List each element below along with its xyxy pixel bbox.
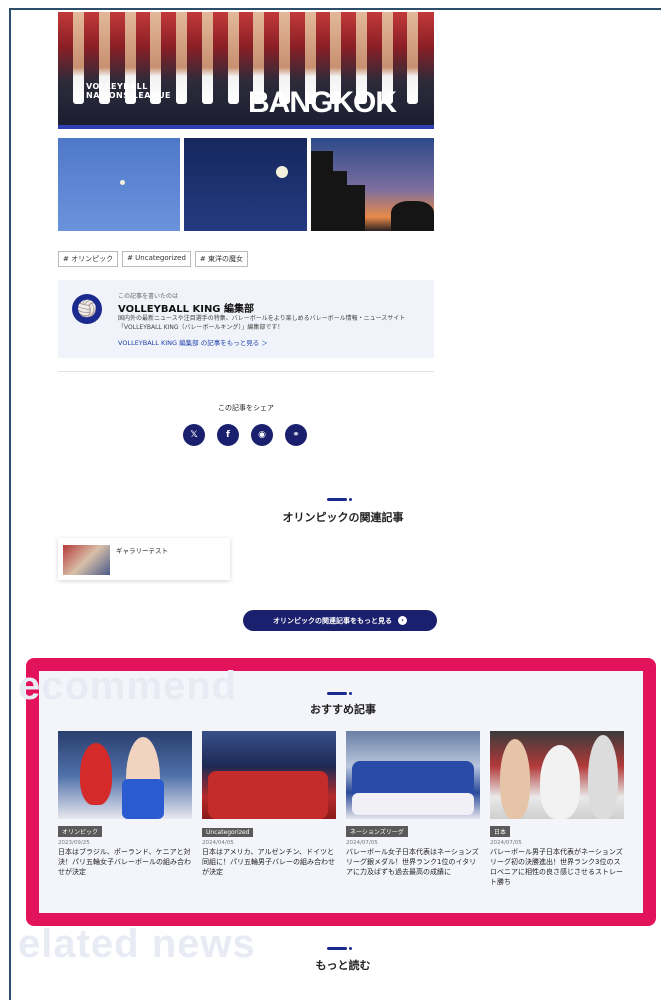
share-facebook-button[interactable]: f: [217, 424, 239, 446]
x-icon: 𝕏: [190, 430, 198, 440]
related-article-thumbnail: [63, 545, 110, 575]
recommend-card-date: 2024/07/05: [346, 840, 378, 846]
author-description: 国内外の最新ニュースや注目選手の特集、バレーボールをより楽しめるバレーボール情報…: [118, 315, 406, 331]
gallery-thumb-2[interactable]: [184, 138, 307, 231]
related-section-title: オリンピックの関連記事: [282, 511, 404, 524]
bangkok-sign-text: BANGKOK: [248, 86, 397, 119]
recommend-card-date: 2023/09/25: [58, 840, 90, 846]
related-more-label: オリンピックの関連記事をもっと見る: [273, 616, 392, 625]
recommend-card-category[interactable]: ネーションズリーグ: [346, 826, 408, 837]
tag-toyo-no-majo[interactable]: # 東洋の魔女: [194, 251, 249, 267]
share-x-button[interactable]: 𝕏: [183, 424, 205, 446]
recommend-card-title: 日本はブラジル、ポーランド、ケニアと対決！パリ五輪女子バレーボールの組み合わせが…: [58, 848, 191, 876]
recommend-card-4[interactable]: 日本 2024/07/05 バレーボール男子日本代表がネーションズリーグ初の決勝…: [490, 731, 624, 887]
more-section-title: もっと読む: [315, 959, 371, 972]
recommend-card-category[interactable]: 日本: [490, 826, 511, 837]
recommend-card-image: [58, 731, 192, 819]
section-accent: [327, 498, 353, 502]
divider: [58, 371, 434, 372]
share-buttons: 𝕏 f ◉ ⚭: [183, 424, 307, 446]
recommend-card-3[interactable]: ネーションズリーグ 2024/07/05 バレーボール女子日本代表はネーションズ…: [346, 731, 480, 877]
gallery-main-image[interactable]: VOLLEYBALL NATIONS LEAGUE BANGKOK: [58, 12, 434, 129]
recommend-card-title: バレーボール女子日本代表はネーションズリーグ銀メダル！世界ランク1位のイタリアに…: [346, 848, 479, 876]
gallery-thumb-3[interactable]: [311, 138, 434, 231]
author-box: 🏐 この記事を書いたのは VOLLEYBALL KING 編集部 国内外の最新ニ…: [58, 280, 434, 358]
recommend-card-category[interactable]: Uncategorized: [202, 828, 254, 837]
author-more-link[interactable]: VOLLEYBALL KING 編集部 の記事をもっと見る ＞: [118, 337, 268, 347]
recommend-card-date: 2024/07/05: [490, 840, 522, 846]
recommend-card-date: 2024/04/05: [202, 840, 234, 846]
facebook-icon: f: [226, 430, 230, 440]
author-name[interactable]: VOLLEYBALL KING 編集部: [118, 300, 254, 315]
recommend-card-2[interactable]: Uncategorized 2024/04/05 日本はアメリカ、アルゼンチン、…: [202, 731, 336, 877]
recommend-card-category[interactable]: オリンピック: [58, 826, 103, 837]
tag-uncategorized[interactable]: # Uncategorized: [122, 251, 191, 267]
recommend-card-image: [346, 731, 480, 819]
recommend-card-image: [490, 731, 624, 819]
share-line-button[interactable]: ◉: [251, 424, 273, 446]
share-link-button[interactable]: ⚭: [285, 424, 307, 446]
line-icon: ◉: [258, 430, 266, 440]
recommend-card-1[interactable]: オリンピック 2023/09/25 日本はブラジル、ポーランド、ケニアと対決！パ…: [58, 731, 192, 877]
gallery-thumb-1[interactable]: [58, 138, 180, 231]
recommend-card-title: 日本はアメリカ、アルゼンチン、ドイツと同組に！パリ五輪男子バレーの組み合わせが決…: [202, 848, 335, 876]
author-avatar[interactable]: 🏐: [72, 294, 102, 324]
related-article-title: ギャラリーテスト: [116, 547, 168, 555]
arrow-right-icon: ›: [398, 616, 407, 625]
tag-olympic[interactable]: # オリンピック: [58, 251, 119, 267]
section-accent: [327, 947, 353, 951]
section-accent: [327, 692, 353, 696]
link-icon: ⚭: [292, 430, 300, 440]
related-article-card[interactable]: ギャラリーテスト: [58, 538, 230, 580]
recommend-card-image: [202, 731, 336, 819]
recommend-card-title: バレーボール男子日本代表がネーションズリーグ初の決勝進出！世界ランク3位のスロベ…: [490, 848, 623, 886]
share-label: この記事をシェア: [218, 404, 274, 412]
author-kicker: この記事を書いたのは: [118, 293, 179, 300]
recommend-section-title: おすすめ記事: [310, 703, 376, 716]
vnl-logo-text: VOLLEYBALL NATIONS LEAGUE: [86, 82, 172, 100]
tag-list: # オリンピック # Uncategorized # 東洋の魔女: [58, 251, 249, 267]
related-more-button[interactable]: オリンピックの関連記事をもっと見る ›: [243, 610, 437, 631]
